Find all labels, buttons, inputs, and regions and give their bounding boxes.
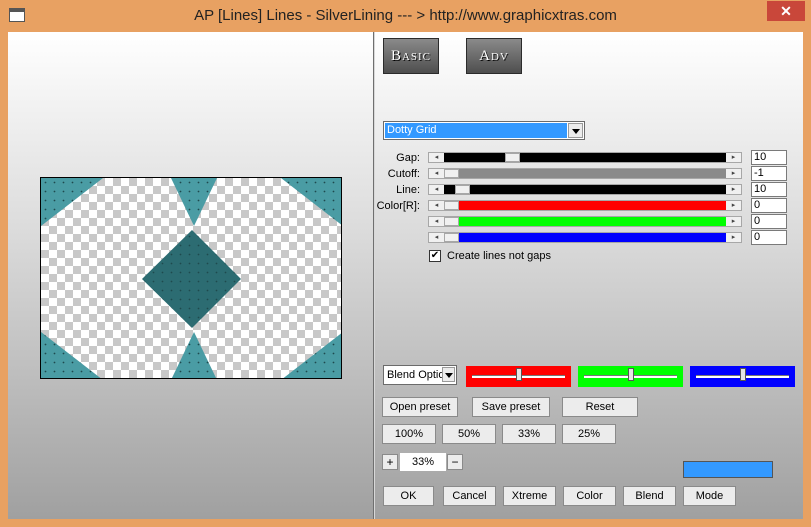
zoom-level-field[interactable]: 33% (400, 453, 446, 471)
blend-color-slider[interactable] (690, 366, 795, 387)
scroll-left-icon[interactable]: ◂ (429, 153, 444, 162)
scroll-right-icon[interactable]: ▸ (726, 185, 741, 194)
slider-thumb[interactable] (628, 368, 634, 381)
close-button[interactable]: ✕ (767, 1, 805, 21)
slider-track[interactable] (444, 201, 726, 210)
blend-button[interactable]: Blend (623, 486, 676, 506)
cancel-button[interactable]: Cancel (443, 486, 496, 506)
create-lines-checkbox[interactable]: ✔ (429, 250, 441, 262)
blend-options-value: Blend Optio (387, 369, 445, 381)
blend-color-slider[interactable] (466, 366, 571, 387)
slider-label: Color[R]: (376, 200, 420, 212)
slider-label: Cutoff: (387, 168, 420, 180)
zoom-50-button[interactable]: 50% (442, 424, 496, 444)
scroll-left-icon[interactable]: ◂ (429, 185, 444, 194)
scroll-right-icon[interactable]: ▸ (726, 201, 741, 210)
slider-track[interactable] (444, 153, 726, 162)
parameter-slider[interactable]: ◂ ▸ (428, 168, 742, 179)
preview-corner-tile (283, 333, 341, 378)
scroll-left-icon[interactable]: ◂ (429, 233, 444, 242)
preview-corner-tile (171, 178, 217, 226)
title-bar: AP [Lines] Lines - SilverLining --- > ht… (0, 0, 811, 32)
slider-value-field[interactable]: 0 (751, 214, 787, 229)
reset-button[interactable]: Reset (562, 397, 638, 417)
scroll-right-icon[interactable]: ▸ (726, 233, 741, 242)
slider-thumb[interactable] (516, 368, 522, 381)
effect-dropdown[interactable]: Dotty Grid (383, 121, 585, 140)
slider-track[interactable] (444, 185, 726, 194)
slider-thumb[interactable] (505, 153, 520, 162)
slider-thumb[interactable] (444, 169, 459, 178)
create-lines-label: Create lines not gaps (447, 250, 551, 262)
scroll-left-icon[interactable]: ◂ (429, 217, 444, 226)
slider-value-field[interactable]: 0 (751, 230, 787, 245)
slider-label: Line: (396, 184, 420, 196)
chevron-down-icon[interactable] (442, 367, 455, 382)
chevron-down-icon[interactable] (568, 123, 583, 138)
slider-thumb[interactable] (740, 368, 746, 381)
zoom-33-button[interactable]: 33% (502, 424, 556, 444)
parameter-slider[interactable]: ◂ ▸ (428, 232, 742, 243)
color-button[interactable]: Color (563, 486, 616, 506)
preview-pattern (41, 178, 341, 378)
preview-corner-tile (41, 178, 103, 226)
slider-thumb[interactable] (444, 217, 459, 226)
basic-tab-button[interactable]: Basic (383, 38, 439, 74)
save-preset-button[interactable]: Save preset (472, 397, 550, 417)
preview-canvas (40, 177, 342, 379)
slider-value-field[interactable]: 10 (751, 150, 787, 165)
scroll-right-icon[interactable]: ▸ (726, 153, 741, 162)
slider-track[interactable] (444, 233, 726, 242)
scroll-left-icon[interactable]: ◂ (429, 169, 444, 178)
slider-thumb[interactable] (444, 201, 459, 210)
mode-button[interactable]: Mode (683, 486, 736, 506)
open-preset-button[interactable]: Open preset (382, 397, 458, 417)
scroll-right-icon[interactable]: ▸ (726, 169, 741, 178)
zoom-25-button[interactable]: 25% (562, 424, 616, 444)
slider-label: Gap: (396, 152, 420, 164)
adv-tab-button[interactable]: Adv (466, 38, 522, 74)
parameter-slider[interactable]: ◂ ▸ (428, 152, 742, 163)
parameter-slider[interactable]: ◂ ▸ (428, 200, 742, 211)
blend-color-slider[interactable] (578, 366, 683, 387)
scroll-left-icon[interactable]: ◂ (429, 201, 444, 210)
slider-thumb[interactable] (444, 233, 459, 242)
ok-button[interactable]: OK (383, 486, 434, 506)
scroll-right-icon[interactable]: ▸ (726, 217, 741, 226)
parameter-slider[interactable]: ◂ ▸ (428, 216, 742, 227)
effect-dropdown-value: Dotty Grid (385, 123, 567, 138)
color-swatch[interactable] (683, 461, 773, 478)
slider-track[interactable] (444, 217, 726, 226)
preview-corner-tile (171, 332, 217, 378)
preview-center-diamond (142, 230, 241, 328)
xtreme-button[interactable]: Xtreme (503, 486, 556, 506)
slider-value-field[interactable]: 0 (751, 198, 787, 213)
slider-track[interactable] (444, 169, 726, 178)
preview-corner-tile (281, 178, 341, 225)
zoom-in-button[interactable]: + (382, 454, 398, 470)
blend-options-select[interactable]: Blend Optio (383, 365, 457, 385)
zoom-100-button[interactable]: 100% (382, 424, 436, 444)
window-title: AP [Lines] Lines - SilverLining --- > ht… (194, 7, 617, 24)
panel-divider (373, 32, 375, 519)
zoom-out-button[interactable]: − (447, 454, 463, 470)
preview-corner-tile (41, 332, 101, 378)
parameter-slider[interactable]: ◂ ▸ (428, 184, 742, 195)
slider-value-field[interactable]: 10 (751, 182, 787, 197)
slider-thumb[interactable] (455, 185, 470, 194)
slider-value-field[interactable]: -1 (751, 166, 787, 181)
